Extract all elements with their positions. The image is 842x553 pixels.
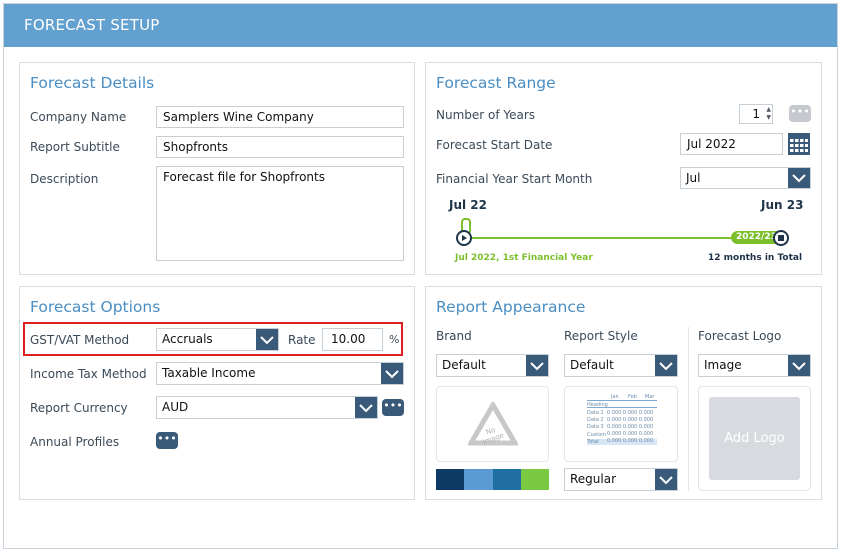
fy-start-month-value: Jul [686,171,701,185]
calendar-icon[interactable] [788,133,810,155]
chevron-down-icon[interactable] [526,355,548,376]
gst-vat-method-label: GST/VAT Method [30,333,130,347]
palette-swatch-1 [436,469,465,490]
chevron-down-icon[interactable] [655,469,677,490]
report-currency-label: Report Currency [30,401,128,415]
forecast-setup-window: FORECAST SETUP Forecast Details Company … [3,3,838,549]
report-style-size-value: Regular [570,472,617,486]
report-style-label: Report Style [564,329,638,343]
years-spinner[interactable]: ▲ ▼ [762,106,771,122]
page-title: FORECAST SETUP [4,4,837,47]
fy-start-month-select[interactable]: Jul [680,167,811,189]
brand-color-palette [436,469,549,490]
forecast-range-panel: Forecast Range Number of Years 1 ▲ ▼ ••• … [425,62,822,275]
number-of-years-label: Number of Years [436,108,536,122]
palette-swatch-4 [520,469,549,490]
rate-unit: % [389,333,400,346]
years-more-button[interactable]: ••• [789,105,811,122]
timeline-end-caption: 12 months in Total [708,253,803,263]
report-style-select[interactable]: Default [564,354,678,377]
timeline-start-marker[interactable] [456,230,472,246]
gst-vat-method-value: Accruals [162,332,213,346]
company-name-input[interactable]: Samplers Wine Company [156,106,404,128]
forecast-logo-label: Forecast Logo [698,329,782,343]
forecast-logo-select[interactable]: Image [698,354,811,377]
gst-vat-method-select[interactable]: Accruals [156,328,279,351]
company-name-label: Company Name [30,110,127,124]
chevron-down-icon[interactable] [655,355,677,376]
preview-row-1: Data 1 [587,410,604,416]
logo-divider [688,327,689,491]
number-of-years-input[interactable]: 1 ▲ ▼ [739,104,773,124]
report-subtitle-label: Report Subtitle [30,140,120,154]
years-value: 1 [752,107,760,121]
chevron-down-icon[interactable] [256,329,278,350]
chevron-down-icon[interactable] [788,168,810,188]
palette-swatch-3 [492,469,521,490]
timeline-start-caption: Jul 2022, 1st Financial Year [455,253,593,263]
timeline-start-label: Jul 22 [449,198,487,212]
forecast-options-panel: Forecast Options GST/VAT Method Accruals… [19,286,415,500]
forecast-start-date-label: Forecast Start Date [436,138,553,152]
forecast-start-date-input[interactable]: Jul 2022 [680,133,783,155]
rate-input[interactable]: 10.00 [322,328,383,351]
brand-image-preview: No Image [436,386,549,462]
report-appearance-title: Report Appearance [436,298,586,316]
forecast-logo-value: Image [704,358,742,372]
report-style-size-select[interactable]: Regular [564,468,678,491]
preview-row-3: Data 3 [587,424,604,430]
logo-preview-frame: Add Logo [698,386,811,491]
timeline-end-marker[interactable] [773,230,789,246]
income-tax-method-value: Taxable Income [162,366,256,380]
rate-label: Rate [288,333,316,347]
chevron-down-icon[interactable] [788,355,810,376]
currency-more-button[interactable]: ••• [382,399,404,416]
chevron-down-icon[interactable] [355,397,377,418]
forecast-details-panel: Forecast Details Company Name Samplers W… [19,62,415,275]
report-style-value: Default [570,358,614,372]
forecast-range-title: Forecast Range [436,74,556,92]
annual-profiles-button[interactable]: ••• [156,432,178,449]
chevron-down-icon[interactable] [381,363,403,384]
income-tax-method-label: Income Tax Method [30,367,147,381]
report-subtitle-input[interactable]: Shopfronts [156,136,404,158]
forecast-options-title: Forecast Options [30,298,161,316]
annual-profiles-label: Annual Profiles [30,435,120,449]
description-textarea[interactable]: Forecast file for Shopfronts [156,166,404,261]
report-currency-select[interactable]: AUD [156,396,378,419]
brand-select[interactable]: Default [436,354,549,377]
income-tax-method-select[interactable]: Taxable Income [156,362,404,385]
brand-label: Brand [436,329,472,343]
preview-values: 0.000 0.000 0.000 0.000 0.000 0.000 0.00… [607,410,654,444]
timeline-end-label: Jun 23 [761,198,804,212]
report-appearance-panel: Report Appearance Brand Default No Image… [425,286,822,500]
palette-swatch-2 [464,469,493,490]
brand-value: Default [442,358,486,372]
fy-start-month-label: Financial Year Start Month [436,172,593,186]
forecast-details-title: Forecast Details [30,74,155,92]
preview-row-4: Custom [587,432,607,438]
add-logo-button[interactable]: Add Logo [709,397,800,480]
report-style-preview: Jan Feb Mar Heading Data 1 Data 2 Data 3… [564,386,678,462]
preview-row-2: Data 2 [587,417,604,423]
report-currency-value: AUD [162,400,189,414]
description-label: Description [30,172,99,186]
